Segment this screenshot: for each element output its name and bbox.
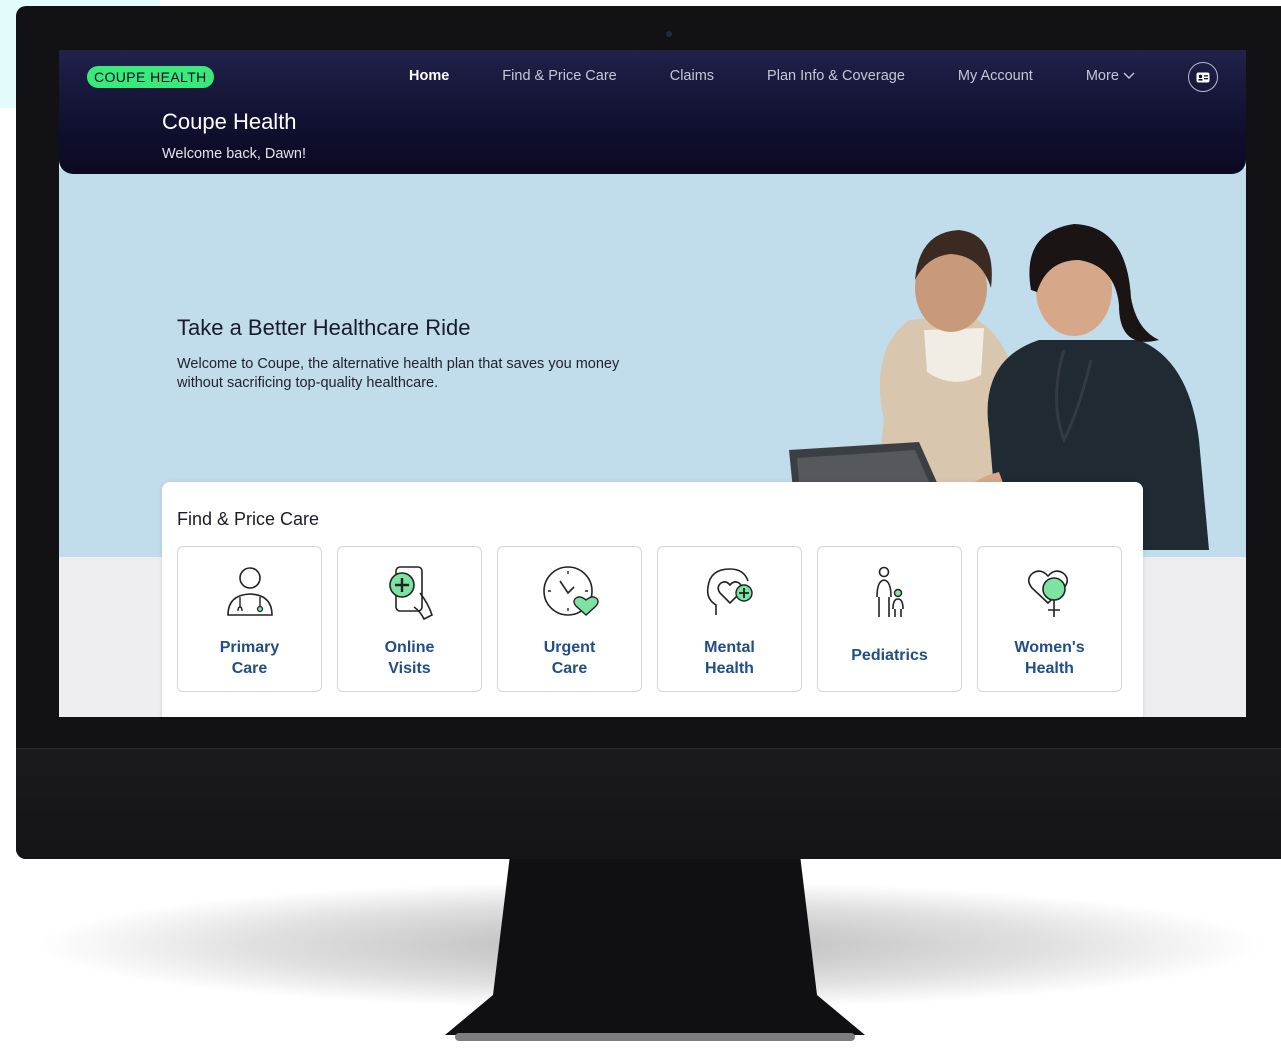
nav-find-price-care[interactable]: Find & Price Care xyxy=(502,68,616,84)
tile-urgent-care[interactable]: Urgent Care xyxy=(497,546,642,692)
nav-more-label: More xyxy=(1085,68,1119,84)
top-navigation-bar: COUPE HEALTH Home Find & Price Care Clai… xyxy=(59,50,1246,174)
page-title: Coupe Health xyxy=(162,109,297,134)
find-price-care-panel: Find & Price Care Primary Care Online Visi… xyxy=(162,482,1143,717)
tile-label: Urgent Care xyxy=(543,639,596,677)
tile-mental-health[interactable]: Mental Health xyxy=(657,546,802,692)
tile-womens-health[interactable]: Women's Health xyxy=(977,546,1122,692)
tile-label: Women's Health xyxy=(1014,639,1085,677)
tile-label: Primary Care xyxy=(219,639,280,677)
monitor-chin xyxy=(16,748,1281,859)
nav-plan-info-coverage[interactable]: Plan Info & Coverage xyxy=(767,68,905,84)
account-avatar-button[interactable] xyxy=(1188,62,1218,92)
parent-child-icon xyxy=(876,566,904,617)
monitor-stand xyxy=(445,855,865,1041)
doctor-icon xyxy=(227,567,273,616)
clock-heart-icon xyxy=(543,566,599,616)
main-nav: Home Find & Price Care Claims Plan Info … xyxy=(409,68,1188,84)
camera-dot xyxy=(666,31,672,37)
panel-title: Find & Price Care xyxy=(177,509,320,529)
tile-label: Mental Health xyxy=(704,639,755,677)
tile-online-visits[interactable]: Online Visits xyxy=(337,546,482,692)
nav-home[interactable]: Home xyxy=(409,68,449,84)
phone-medical-icon xyxy=(389,566,433,621)
hero-title: Take a Better Healthcare Ride xyxy=(177,315,471,340)
female-heart-icon xyxy=(1027,570,1069,617)
head-heart-icon xyxy=(706,568,753,615)
screen: COUPE HEALTH Home Find & Price Care Clai… xyxy=(59,50,1246,717)
tile-primary-care[interactable]: Primary Care xyxy=(177,546,322,692)
chevron-down-icon xyxy=(1123,72,1135,79)
tile-label: Online Visits xyxy=(384,639,435,677)
tile-label: Pediatrics xyxy=(851,647,928,664)
welcome-message: Welcome back, Dawn! xyxy=(162,146,306,162)
tile-pediatrics[interactable]: Pediatrics xyxy=(817,546,962,692)
nav-my-account[interactable]: My Account xyxy=(958,68,1033,84)
nav-more[interactable]: More xyxy=(1086,68,1135,84)
nav-claims[interactable]: Claims xyxy=(670,68,714,84)
brand-logo[interactable]: COUPE HEALTH xyxy=(87,66,214,88)
hero-body: Welcome to Coupe, the alternative health… xyxy=(177,356,620,391)
id-card-icon xyxy=(1196,72,1210,82)
